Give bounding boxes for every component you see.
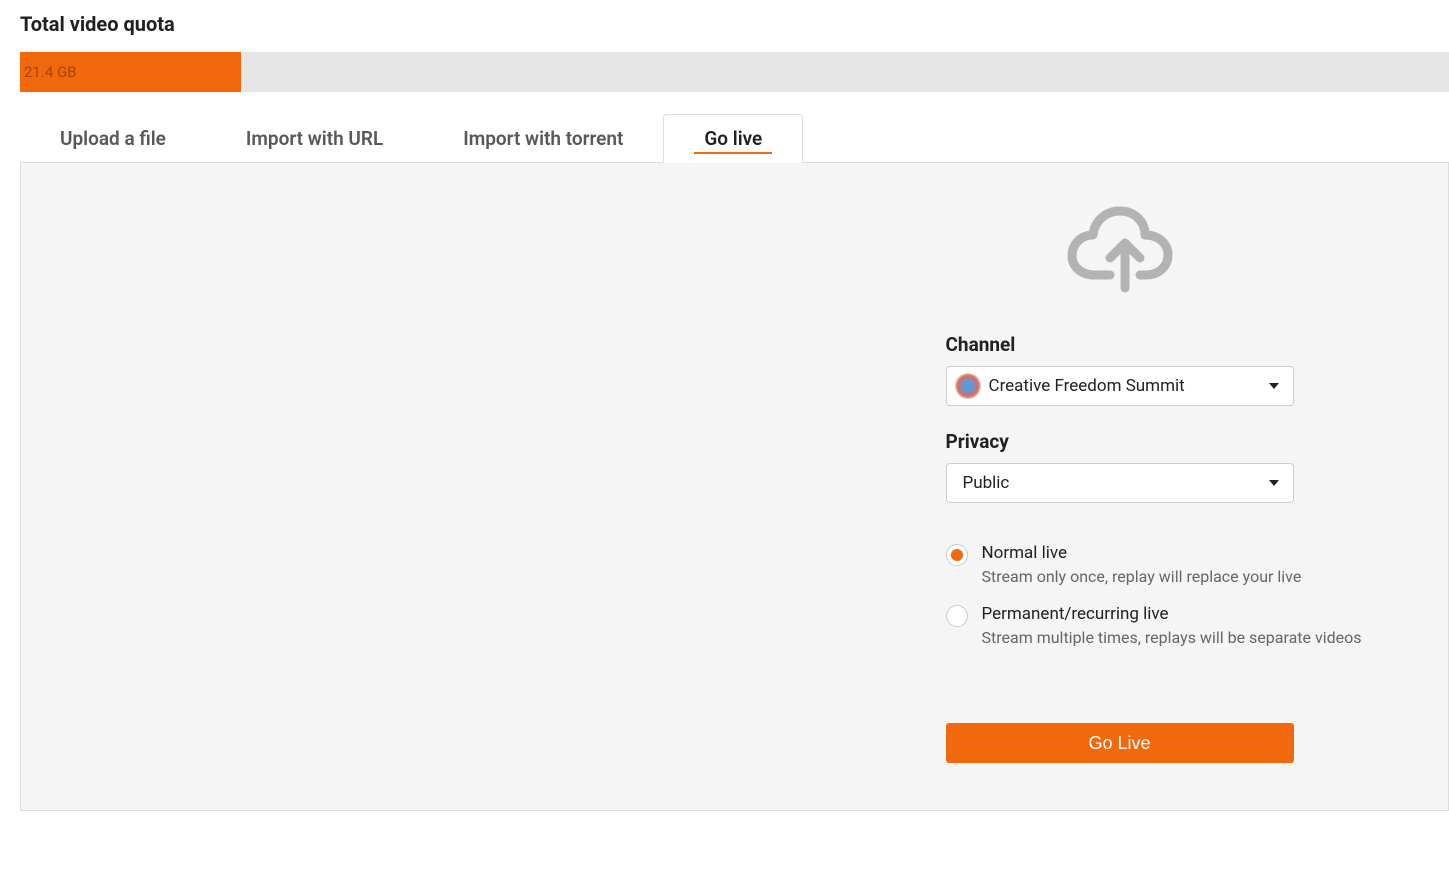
go-live-button[interactable]: Go Live [946,723,1294,763]
live-type-normal-desc: Stream only once, replay will replace yo… [982,567,1302,586]
channel-select[interactable]: Creative Freedom Summit [946,366,1294,406]
tab-import-torrent[interactable]: Import with torrent [423,115,663,162]
live-type-permanent-desc: Stream multiple times, replays will be s… [982,628,1362,647]
privacy-select[interactable]: Public [946,463,1294,503]
upload-cloud-icon [946,193,1294,293]
channel-value: Creative Freedom Summit [989,376,1185,396]
privacy-value: Public [963,473,1010,493]
channel-label: Channel [946,333,1294,356]
live-type-group: Normal live Stream only once, replay wil… [946,543,1294,665]
live-type-normal-title: Normal live [982,543,1302,563]
go-live-form: Channel Creative Freedom Summit Privacy … [946,193,1294,780]
tab-upload-file[interactable]: Upload a file [20,115,206,162]
quota-bar: 21.4 GB [20,52,1449,92]
go-live-panel: Channel Creative Freedom Summit Privacy … [20,163,1449,811]
tab-go-live[interactable]: Go live [663,114,803,163]
privacy-label: Privacy [946,430,1294,453]
live-type-permanent[interactable]: Permanent/recurring live Stream multiple… [946,604,1294,647]
radio-icon [946,544,968,566]
quota-fill: 21.4 GB [20,52,241,92]
quota-title: Total video quota [20,12,1449,36]
tabs-row: Upload a file Import with URL Import wit… [20,114,1449,163]
quota-used-label: 21.4 GB [24,63,77,81]
live-type-normal[interactable]: Normal live Stream only once, replay wil… [946,543,1294,586]
radio-icon [946,605,968,627]
chevron-down-icon [1269,383,1279,389]
live-type-permanent-title: Permanent/recurring live [982,604,1362,624]
channel-avatar-icon [955,373,981,399]
chevron-down-icon [1269,480,1279,486]
tab-import-url[interactable]: Import with URL [206,115,423,162]
